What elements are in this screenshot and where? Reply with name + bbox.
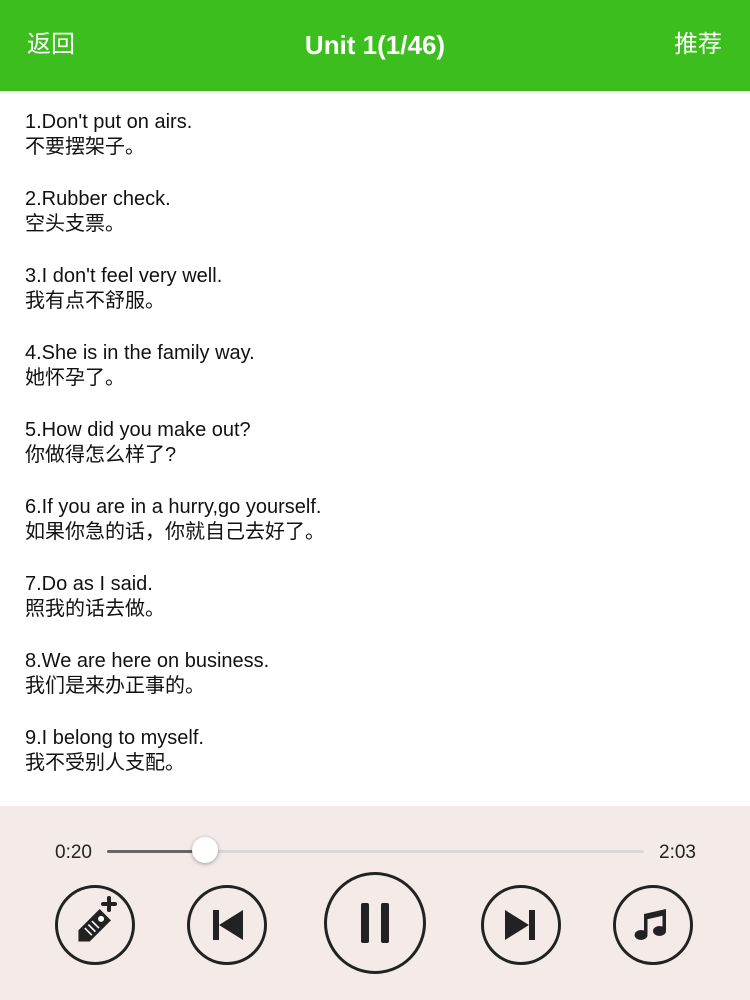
tag-plus-icon [78,896,117,942]
sentence-english: 6.If you are in a hurry,go yourself. [25,496,322,518]
total-time: 2:03 [659,842,696,863]
music-note-icon [634,909,666,940]
sentence-chinese: 我们是来办正事的。 [25,675,205,697]
list-item: 5.How did you make out? 你做得怎么样了? [25,418,725,468]
sentence-english: 4.She is in the family way. [25,342,255,364]
audio-player: 0:20 2:03 [0,806,750,1000]
music-button[interactable] [613,885,693,965]
progress-thumb[interactable] [192,837,219,863]
sentence-english: 2.Rubber check. [25,188,171,210]
list-item: 9.I belong to myself. 我不受别人支配。 [25,726,725,776]
list-item: 1.Don't put on airs. 不要摆架子。 [25,110,725,160]
page-title: Unit 1(1/46) [304,30,446,60]
pause-button[interactable] [324,872,426,974]
sentence-chinese: 如果你急的话，你就自己去好了。 [25,521,325,543]
list-item: 6.If you are in a hurry,go yourself. 如果你… [25,495,725,545]
sentence-chinese: 照我的话去做。 [25,598,165,620]
list-item: 4.She is in the family way. 她怀孕了。 [25,341,725,391]
sentence-english: 9.I belong to myself. [25,727,204,749]
sentence-english: 1.Don't put on airs. [25,111,193,133]
sentence-chinese: 我不受别人支配。 [25,752,185,774]
sentence-english: 5.How did you make out? [25,419,251,441]
sentence-chinese: 她怀孕了。 [25,367,125,389]
list-item: 3.I don't feel very well. 我有点不舒服。 [25,264,725,314]
list-item: 7.Do as I said. 照我的话去做。 [25,572,725,622]
recommend-button[interactable]: 推荐 [674,31,722,59]
elapsed-time: 0:20 [55,842,92,863]
sentence-chinese: 我有点不舒服。 [25,290,165,312]
add-tag-button[interactable] [55,885,135,965]
top-nav-bar: 返回 Unit 1(1/46) 推荐 [0,0,750,91]
sentence-chinese: 空头支票。 [25,213,125,235]
next-button[interactable] [481,885,561,965]
skip-previous-icon [213,910,243,940]
sentence-english: 8.We are here on business. [25,650,270,672]
sentence-list[interactable]: 1.Don't put on airs. 不要摆架子。 2.Rubber che… [0,91,750,806]
list-item: 8.We are here on business. 我们是来办正事的。 [25,649,725,699]
skip-next-icon [505,910,535,940]
sentence-chinese: 不要摆架子。 [25,136,145,158]
sentence-chinese: 你做得怎么样了? [25,444,177,466]
sentence-english: 7.Do as I said. [25,573,153,595]
progress-fill [107,850,206,853]
list-item: 2.Rubber check. 空头支票。 [25,187,725,237]
pause-icon [361,903,389,943]
previous-button[interactable] [187,885,267,965]
progress-slider[interactable] [107,837,644,863]
sentence-english: 3.I don't feel very well. [25,265,223,287]
